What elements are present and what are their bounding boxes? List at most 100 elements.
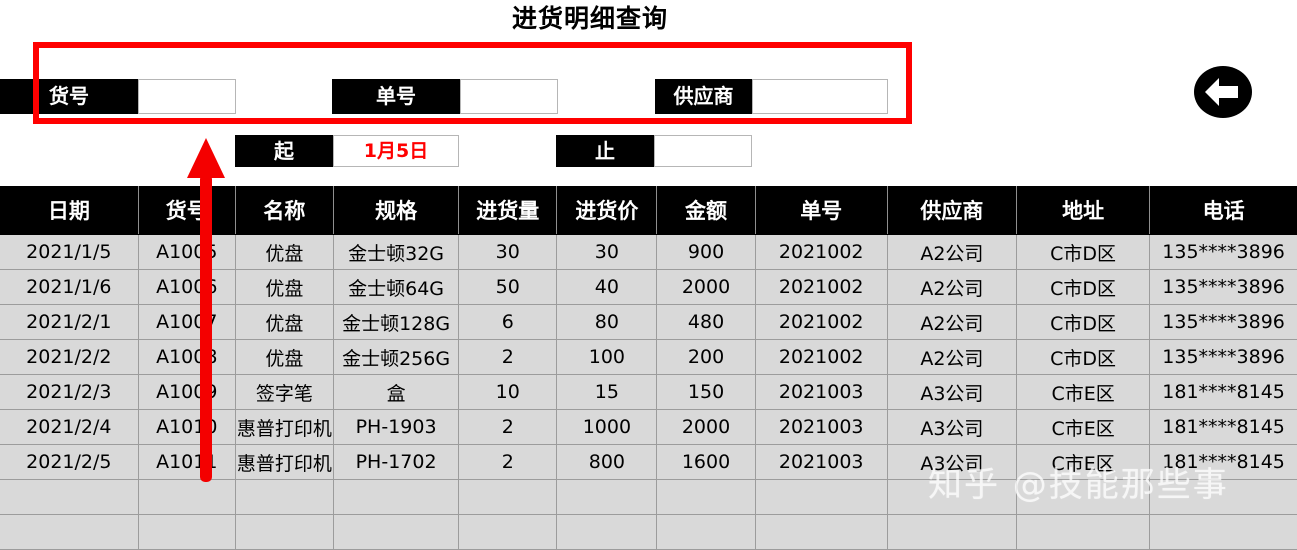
cell-supplier[interactable]: A3公司 bbox=[887, 409, 1017, 445]
table-row[interactable]: 2021/1/5 A1005 优盘 金士顿32G 30 30 900 2021002 A2公司 C… bbox=[0, 234, 1297, 270]
cell-address[interactable]: C市D区 bbox=[1016, 304, 1151, 340]
cell-order-no[interactable]: 2021002 bbox=[755, 304, 888, 340]
cell-price[interactable]: 15 bbox=[556, 374, 658, 410]
date-start-input[interactable]: 1月5日 bbox=[333, 135, 459, 167]
cell-order-no[interactable]: 2021003 bbox=[755, 374, 888, 410]
filter-input-item-code[interactable] bbox=[138, 79, 236, 114]
cell-item-code[interactable] bbox=[138, 514, 236, 550]
cell-price[interactable]: 100 bbox=[556, 339, 658, 375]
table-row[interactable]: 2021/2/1 A1007 优盘 金士顿128G 6 80 480 2021002 A2公司 C… bbox=[0, 304, 1297, 340]
cell-spec[interactable]: PH-1702 bbox=[333, 444, 460, 480]
cell-date[interactable]: 2021/2/2 bbox=[0, 339, 139, 375]
cell-name[interactable]: 惠普打印机 bbox=[235, 409, 334, 445]
filter-input-order-no[interactable] bbox=[460, 79, 558, 114]
cell-address[interactable]: C市D区 bbox=[1016, 339, 1151, 375]
cell-supplier[interactable]: A2公司 bbox=[887, 234, 1017, 270]
cell-item-code[interactable]: A1005 bbox=[138, 234, 236, 270]
cell-item-code[interactable]: A1011 bbox=[138, 444, 236, 480]
table-row[interactable] bbox=[0, 479, 1297, 515]
cell-name[interactable]: 优盘 bbox=[235, 304, 334, 340]
cell-qty[interactable]: 2 bbox=[458, 444, 558, 480]
cell-spec[interactable]: 金士顿64G bbox=[333, 269, 460, 305]
cell-phone[interactable] bbox=[1149, 479, 1297, 515]
cell-item-code[interactable]: A1006 bbox=[138, 269, 236, 305]
cell-date[interactable]: 2021/2/3 bbox=[0, 374, 139, 410]
column-header-qty[interactable]: 进货量 bbox=[458, 186, 558, 235]
column-header-spec[interactable]: 规格 bbox=[333, 186, 460, 235]
cell-address[interactable] bbox=[1016, 479, 1151, 515]
cell-supplier[interactable] bbox=[887, 514, 1017, 550]
cell-amount[interactable]: 900 bbox=[656, 234, 756, 270]
table-row[interactable]: 2021/2/2 A1008 优盘 金士顿256G 2 100 200 2021002 A2公司… bbox=[0, 339, 1297, 375]
cell-order-no[interactable] bbox=[755, 479, 888, 515]
column-header-amount[interactable]: 金额 bbox=[656, 186, 756, 235]
cell-name[interactable]: 惠普打印机 bbox=[235, 444, 334, 480]
column-header-price[interactable]: 进货价 bbox=[556, 186, 658, 235]
column-header-supplier[interactable]: 供应商 bbox=[887, 186, 1017, 235]
cell-qty[interactable]: 30 bbox=[458, 234, 558, 270]
cell-item-code[interactable]: A1007 bbox=[138, 304, 236, 340]
cell-address[interactable]: C市E区 bbox=[1016, 374, 1151, 410]
cell-amount[interactable] bbox=[656, 479, 756, 515]
date-end-input[interactable] bbox=[654, 135, 752, 167]
cell-order-no[interactable]: 2021002 bbox=[755, 339, 888, 375]
cell-date[interactable]: 2021/2/4 bbox=[0, 409, 139, 445]
cell-spec[interactable]: 金士顿256G bbox=[333, 339, 460, 375]
cell-supplier[interactable]: A2公司 bbox=[887, 304, 1017, 340]
cell-amount[interactable]: 1600 bbox=[656, 444, 756, 480]
back-button[interactable] bbox=[1194, 66, 1252, 118]
cell-phone[interactable]: 135****3896 bbox=[1149, 304, 1297, 340]
cell-address[interactable]: C市D区 bbox=[1016, 234, 1151, 270]
cell-supplier[interactable]: A2公司 bbox=[887, 269, 1017, 305]
cell-qty[interactable] bbox=[458, 479, 558, 515]
cell-qty[interactable] bbox=[458, 514, 558, 550]
cell-spec[interactable] bbox=[333, 479, 460, 515]
cell-supplier[interactable]: A2公司 bbox=[887, 339, 1017, 375]
cell-name[interactable]: 优盘 bbox=[235, 339, 334, 375]
cell-qty[interactable]: 2 bbox=[458, 409, 558, 445]
cell-phone[interactable]: 181****8145 bbox=[1149, 374, 1297, 410]
cell-phone[interactable]: 181****8145 bbox=[1149, 444, 1297, 480]
cell-item-code[interactable]: A1010 bbox=[138, 409, 236, 445]
cell-qty[interactable]: 6 bbox=[458, 304, 558, 340]
cell-price[interactable]: 40 bbox=[556, 269, 658, 305]
cell-phone[interactable]: 135****3896 bbox=[1149, 234, 1297, 270]
cell-spec[interactable]: PH-1903 bbox=[333, 409, 460, 445]
cell-amount[interactable]: 150 bbox=[656, 374, 756, 410]
cell-name[interactable]: 签字笔 bbox=[235, 374, 334, 410]
cell-qty[interactable]: 50 bbox=[458, 269, 558, 305]
cell-phone[interactable]: 181****8145 bbox=[1149, 409, 1297, 445]
cell-phone[interactable]: 135****3896 bbox=[1149, 339, 1297, 375]
cell-order-no[interactable] bbox=[755, 514, 888, 550]
cell-order-no[interactable]: 2021002 bbox=[755, 269, 888, 305]
cell-address[interactable]: C市E区 bbox=[1016, 444, 1151, 480]
cell-date[interactable]: 2021/2/5 bbox=[0, 444, 139, 480]
table-row[interactable] bbox=[0, 514, 1297, 550]
cell-address[interactable]: C市D区 bbox=[1016, 269, 1151, 305]
cell-phone[interactable]: 135****3896 bbox=[1149, 269, 1297, 305]
cell-amount[interactable]: 2000 bbox=[656, 409, 756, 445]
cell-amount[interactable]: 200 bbox=[656, 339, 756, 375]
cell-date[interactable]: 2021/1/5 bbox=[0, 234, 139, 270]
cell-order-no[interactable]: 2021002 bbox=[755, 234, 888, 270]
cell-phone[interactable] bbox=[1149, 514, 1297, 550]
cell-price[interactable] bbox=[556, 479, 658, 515]
cell-price[interactable] bbox=[556, 514, 658, 550]
cell-name[interactable] bbox=[235, 479, 334, 515]
cell-spec[interactable]: 金士顿128G bbox=[333, 304, 460, 340]
cell-amount[interactable]: 480 bbox=[656, 304, 756, 340]
cell-supplier[interactable]: A3公司 bbox=[887, 444, 1017, 480]
cell-address[interactable] bbox=[1016, 514, 1151, 550]
cell-date[interactable]: 2021/2/1 bbox=[0, 304, 139, 340]
column-header-order-no[interactable]: 单号 bbox=[755, 186, 888, 235]
cell-item-code[interactable]: A1009 bbox=[138, 374, 236, 410]
cell-amount[interactable] bbox=[656, 514, 756, 550]
table-row[interactable]: 2021/1/6 A1006 优盘 金士顿64G 50 40 2000 2021002 A2公司… bbox=[0, 269, 1297, 305]
cell-date[interactable] bbox=[0, 479, 139, 515]
column-header-item-code[interactable]: 货号 bbox=[138, 186, 236, 235]
cell-qty[interactable]: 2 bbox=[458, 339, 558, 375]
cell-spec[interactable]: 金士顿32G bbox=[333, 234, 460, 270]
cell-name[interactable] bbox=[235, 514, 334, 550]
cell-name[interactable]: 优盘 bbox=[235, 234, 334, 270]
filter-input-supplier[interactable] bbox=[752, 79, 888, 114]
